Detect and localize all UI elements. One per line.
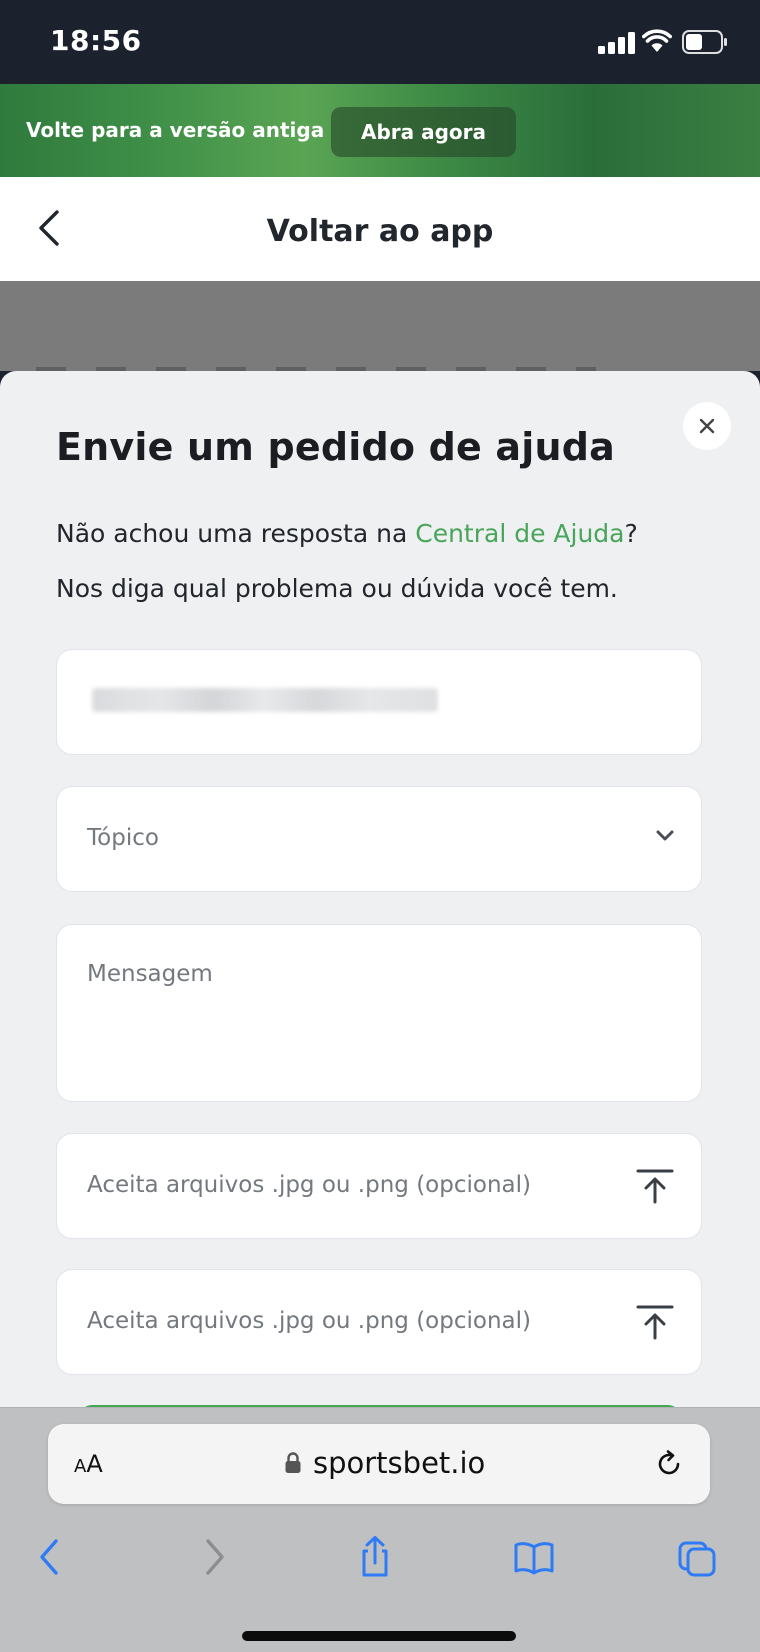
message-placeholder: Mensagem: [87, 961, 213, 987]
bookmarks-icon[interactable]: [514, 1535, 554, 1579]
chevron-down-icon: [656, 830, 674, 841]
attachment-upload-1[interactable]: Aceita arquivos .jpg ou .png (opcional): [56, 1133, 702, 1239]
text-size-button[interactable]: AA: [74, 1450, 103, 1478]
email-field[interactable]: [56, 649, 702, 755]
browser-back-icon[interactable]: [30, 1535, 70, 1579]
cellular-signal-icon: [598, 30, 636, 54]
wifi-icon: [642, 29, 672, 52]
lock-icon: [285, 1452, 301, 1473]
browser-forward-icon[interactable]: [194, 1535, 234, 1579]
text-size-small: A: [74, 1456, 87, 1477]
browser-toolbar: AA sportsbet.io: [0, 1407, 760, 1652]
upload-icon[interactable]: [635, 1167, 675, 1205]
url-text[interactable]: sportsbet.io: [313, 1446, 485, 1480]
back-to-app-title[interactable]: Voltar ao app: [0, 214, 760, 249]
close-icon: [699, 418, 715, 434]
tabs-icon[interactable]: [677, 1535, 717, 1579]
help-request-modal: Envie um pedido de ajuda Não achou uma r…: [0, 371, 760, 1419]
blurred-email-value: [92, 688, 438, 712]
intro-prefix: Não achou uma resposta na: [56, 519, 416, 548]
home-indicator: [242, 1631, 516, 1641]
status-time: 18:56: [50, 24, 142, 57]
intro-text: Não achou uma resposta na Central de Aju…: [56, 519, 638, 548]
text-size-large: A: [86, 1450, 103, 1478]
address-bar[interactable]: AA sportsbet.io: [48, 1424, 710, 1504]
share-icon[interactable]: [355, 1535, 395, 1579]
open-now-button[interactable]: Abra agora: [331, 107, 516, 157]
battery-icon: [682, 30, 727, 54]
help-center-link[interactable]: Central de Ajuda: [415, 519, 624, 548]
attachment-placeholder: Aceita arquivos .jpg ou .png (opcional): [87, 1308, 531, 1334]
intro-text-line2: Nos diga qual problema ou dúvida você te…: [56, 574, 618, 603]
modal-title: Envie um pedido de ajuda: [56, 425, 615, 469]
reload-icon[interactable]: [654, 1448, 684, 1478]
modal-backdrop[interactable]: [0, 281, 760, 371]
status-bar: 18:56: [0, 0, 760, 84]
old-version-text: Volte para a versão antiga: [26, 118, 325, 142]
upload-icon[interactable]: [635, 1303, 675, 1341]
intro-suffix: ?: [624, 519, 638, 548]
app-header: Voltar ao app: [0, 177, 760, 281]
topic-placeholder: Tópico: [87, 825, 159, 851]
attachment-placeholder: Aceita arquivos .jpg ou .png (opcional): [87, 1172, 531, 1198]
attachment-upload-2[interactable]: Aceita arquivos .jpg ou .png (opcional): [56, 1269, 702, 1375]
close-button[interactable]: [683, 402, 731, 450]
old-version-banner: Volte para a versão antiga Abra agora: [0, 84, 760, 177]
topic-select[interactable]: Tópico: [56, 786, 702, 892]
message-textarea[interactable]: Mensagem: [56, 924, 702, 1102]
